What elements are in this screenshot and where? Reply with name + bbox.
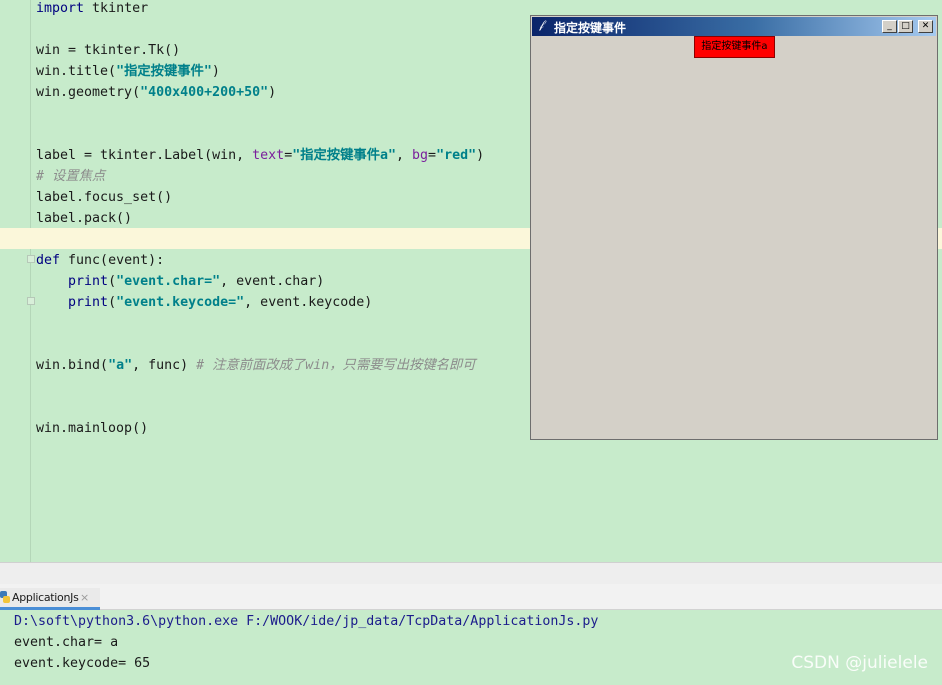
code-line: print("event.keycode=", event.keycode) [68, 295, 373, 310]
tab-applicationjs[interactable]: ApplicationJs × [0, 588, 100, 610]
tk-window[interactable]: 𝒻 指定按键事件 _ □ ✕ 指定按键事件a [530, 15, 938, 440]
code-line: label = tkinter.Label(win, text="指定按键事件a… [36, 148, 485, 163]
tk-window-titlebar[interactable]: 𝒻 指定按键事件 _ □ ✕ [532, 17, 936, 36]
run-console[interactable]: D:\soft\python3.6\python.exe F:/WOOK/ide… [0, 610, 942, 685]
code-line: def func(event): [36, 253, 165, 268]
tab-close-icon[interactable]: × [80, 591, 89, 604]
feather-icon: 𝒻 [539, 18, 544, 31]
panel-divider[interactable] [0, 562, 942, 584]
console-line: D:\soft\python3.6\python.exe F:/WOOK/ide… [14, 614, 599, 629]
code-line: win.title("指定按键事件") [36, 64, 220, 79]
fold-marker-icon[interactable] [27, 297, 35, 305]
console-line: event.keycode= 65 [14, 656, 151, 671]
tab-label: ApplicationJs [12, 591, 79, 604]
watermark: CSDN @julielele [791, 653, 928, 673]
code-line: win.bind("a", func) # 注意前面改成了win，只需要写出按键… [36, 358, 476, 373]
code-line: # 设置焦点 [36, 169, 106, 184]
code-line: label.focus_set() [36, 190, 173, 205]
console-line: event.char= a [14, 635, 119, 650]
code-line: import tkinter [36, 1, 149, 16]
tk-red-label[interactable]: 指定按键事件a [694, 36, 775, 58]
code-line: win.geometry("400x400+200+50") [36, 85, 277, 100]
code-line: win.mainloop() [36, 421, 149, 436]
code-line: win = tkinter.Tk() [36, 43, 181, 58]
python-icon [0, 591, 10, 603]
fold-marker-icon[interactable] [27, 255, 35, 263]
maximize-button[interactable]: □ [898, 20, 913, 33]
run-tool-tabs: ApplicationJs × [0, 584, 942, 610]
close-button[interactable]: ✕ [918, 20, 933, 33]
code-line: print("event.char=", event.char) [68, 274, 325, 289]
editor-gutter [0, 0, 31, 562]
code-line: label.pack() [36, 211, 133, 226]
tk-window-title: 指定按键事件 [554, 21, 627, 35]
minimize-button[interactable]: _ [882, 20, 897, 33]
